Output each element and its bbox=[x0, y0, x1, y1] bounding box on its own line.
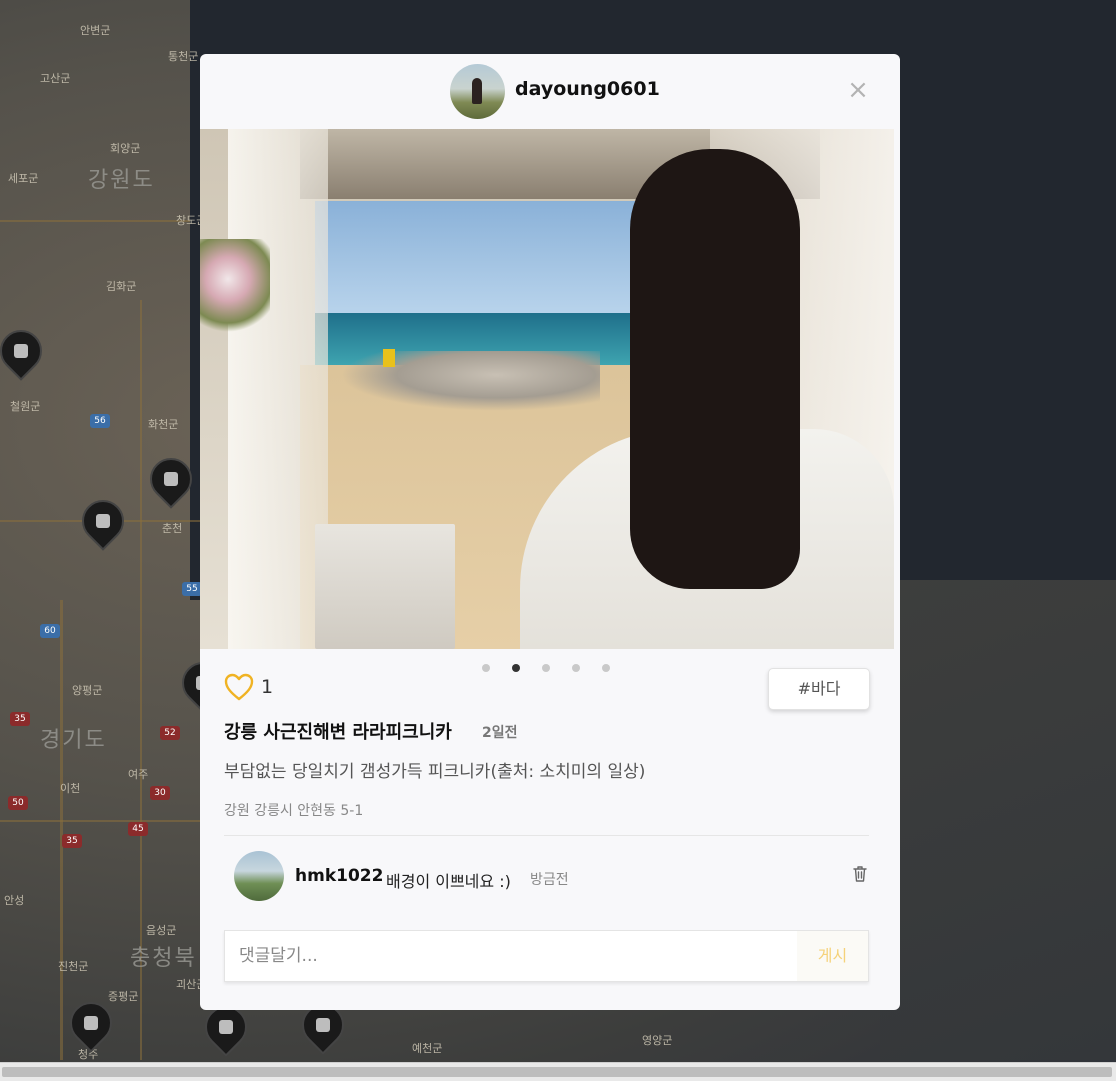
map-label: 회양군 bbox=[110, 142, 141, 155]
post-description: 부담없는 당일치기 갬성가득 피크니카(출처: 소치미의 일상) bbox=[224, 762, 646, 782]
map-label: 안성 bbox=[4, 894, 25, 907]
post-photo[interactable] bbox=[200, 129, 894, 649]
comment-username[interactable]: hmk1022 bbox=[295, 866, 383, 886]
map-label: 철원군 bbox=[10, 400, 41, 413]
map-label: 영양군 bbox=[642, 1034, 673, 1047]
map-road bbox=[0, 820, 200, 822]
commenter-avatar[interactable] bbox=[234, 851, 284, 901]
comment-input[interactable] bbox=[225, 931, 785, 981]
comment-text: 배경이 이쁘네요 :) bbox=[386, 872, 511, 891]
hashtag-button[interactable]: #바다 bbox=[768, 668, 870, 710]
highway-shield: 55 bbox=[182, 582, 202, 596]
map-label: 김화군 bbox=[106, 280, 137, 293]
author-avatar[interactable] bbox=[450, 64, 505, 119]
carousel-dots bbox=[482, 664, 632, 674]
highway-shield: 50 bbox=[8, 796, 28, 810]
highway-shield: 56 bbox=[90, 414, 110, 428]
map-label: 춘천 bbox=[162, 522, 183, 535]
map-label: 이천 bbox=[60, 782, 81, 795]
highway-shield: 45 bbox=[128, 822, 148, 836]
map-region-label: 경기도 bbox=[40, 728, 107, 753]
map-label: 예천군 bbox=[412, 1042, 443, 1055]
post-comment-button[interactable]: 게시 bbox=[797, 931, 868, 981]
horizontal-scrollbar[interactable] bbox=[0, 1062, 1116, 1081]
map-label: 안변군 bbox=[80, 24, 111, 37]
map-label: 통천군 bbox=[168, 50, 199, 63]
post-time: 2일전 bbox=[482, 725, 518, 741]
map-region-label: 충청북 bbox=[130, 946, 197, 971]
map-label: 여주 bbox=[128, 768, 149, 781]
trash-icon[interactable] bbox=[852, 865, 868, 883]
map-label: 세포군 bbox=[8, 172, 39, 185]
close-icon[interactable]: × bbox=[846, 77, 870, 103]
comment-time: 방금전 bbox=[530, 872, 569, 888]
highway-shield: 30 bbox=[150, 786, 170, 800]
scrollbar-thumb[interactable] bbox=[2, 1067, 1112, 1077]
map-label: 진천군 bbox=[58, 960, 89, 973]
author-username[interactable]: dayoung0601 bbox=[515, 78, 660, 100]
place-title: 강릉 사근진해변 라라피크니카 bbox=[224, 722, 452, 743]
divider bbox=[224, 835, 869, 836]
map-marker-mountain[interactable] bbox=[0, 321, 51, 381]
map-region-label: 강원도 bbox=[88, 168, 155, 193]
modal-header: dayoung0601 × bbox=[200, 54, 900, 128]
highway-shield: 35 bbox=[62, 834, 82, 848]
place-address: 강원 강릉시 안현동 5-1 bbox=[224, 803, 364, 819]
carousel-dot[interactable] bbox=[602, 664, 610, 672]
carousel-dot[interactable] bbox=[572, 664, 580, 672]
comment-form: 게시 bbox=[224, 930, 869, 982]
map-label: 고산군 bbox=[40, 72, 71, 85]
map-label: 증평군 bbox=[108, 990, 139, 1003]
heart-icon[interactable] bbox=[224, 673, 254, 701]
carousel-dot-active[interactable] bbox=[512, 664, 520, 672]
highway-shield: 60 bbox=[40, 624, 60, 638]
highway-shield: 35 bbox=[10, 712, 30, 726]
map-label: 양평군 bbox=[72, 684, 103, 697]
map-label: 음성군 bbox=[146, 924, 177, 937]
post-detail-modal: dayoung0601 × 1 #바다 강릉 사근진해변 라라피크니카 2일전 … bbox=[200, 54, 900, 1010]
map-land-area bbox=[880, 580, 1116, 1060]
highway-shield: 52 bbox=[160, 726, 180, 740]
map-marker-people[interactable] bbox=[73, 491, 133, 551]
carousel-dot[interactable] bbox=[542, 664, 550, 672]
map-road bbox=[60, 600, 63, 1060]
map-label: 화천군 bbox=[148, 418, 179, 431]
map-road bbox=[0, 220, 190, 222]
like-count: 1 bbox=[261, 676, 274, 698]
carousel-dot[interactable] bbox=[482, 664, 490, 672]
